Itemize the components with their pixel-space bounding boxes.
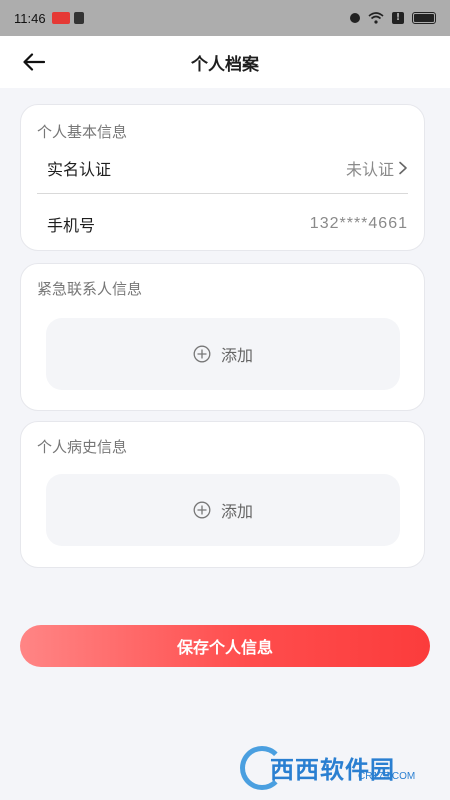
back-button[interactable] — [18, 48, 50, 76]
emergency-contact-card: 紧急联系人信息 添加 — [20, 263, 425, 411]
wifi-icon — [368, 12, 384, 24]
realname-row[interactable]: 实名认证 未认证 — [47, 153, 408, 183]
save-profile-button[interactable]: 保存个人信息 — [20, 625, 430, 667]
plus-circle-icon — [193, 501, 211, 519]
realname-label: 实名认证 — [47, 160, 112, 179]
watermark-logo: 西西软件园 CR173.COM — [240, 746, 440, 790]
basic-info-title: 个人基本信息 — [37, 123, 128, 141]
phone-row: 手机号 132****4661 — [47, 207, 408, 241]
status-icons: ! — [350, 12, 436, 24]
medical-history-card: 个人病史信息 添加 — [20, 421, 425, 568]
watermark-sub: CR173.COM — [358, 771, 416, 782]
basic-info-card: 个人基本信息 实名认证 未认证 手机号 132****4661 — [20, 104, 425, 251]
realname-value: 未认证 — [345, 160, 394, 179]
phone-value: 132****4661 — [309, 215, 408, 232]
add-emergency-contact-label: 添加 — [220, 346, 253, 365]
medical-history-title: 个人病史信息 — [37, 438, 128, 456]
add-medical-history-label: 添加 — [220, 502, 253, 521]
emergency-contact-title: 紧急联系人信息 — [37, 280, 143, 298]
page-title: 个人档案 — [191, 54, 259, 75]
notification-app-icon — [51, 12, 70, 24]
battery-icon — [412, 12, 436, 24]
plus-circle-icon — [193, 345, 211, 363]
alert-icon: ! — [392, 12, 404, 24]
status-time: 11:46 — [14, 10, 46, 26]
nav-bar: 个人档案 — [0, 36, 450, 88]
add-emergency-contact-button[interactable]: 添加 — [46, 318, 400, 390]
chevron-right-icon — [399, 161, 407, 175]
arrow-left-icon — [23, 53, 45, 71]
location-icon — [350, 13, 360, 23]
status-bar: 11:46 ! — [0, 0, 450, 36]
realname-status: 未认证 — [346, 156, 408, 180]
add-medical-history-button[interactable]: 添加 — [46, 474, 400, 546]
phone-label: 手机号 — [47, 216, 96, 235]
divider — [37, 193, 408, 194]
notification-app-icon-2 — [73, 12, 84, 24]
